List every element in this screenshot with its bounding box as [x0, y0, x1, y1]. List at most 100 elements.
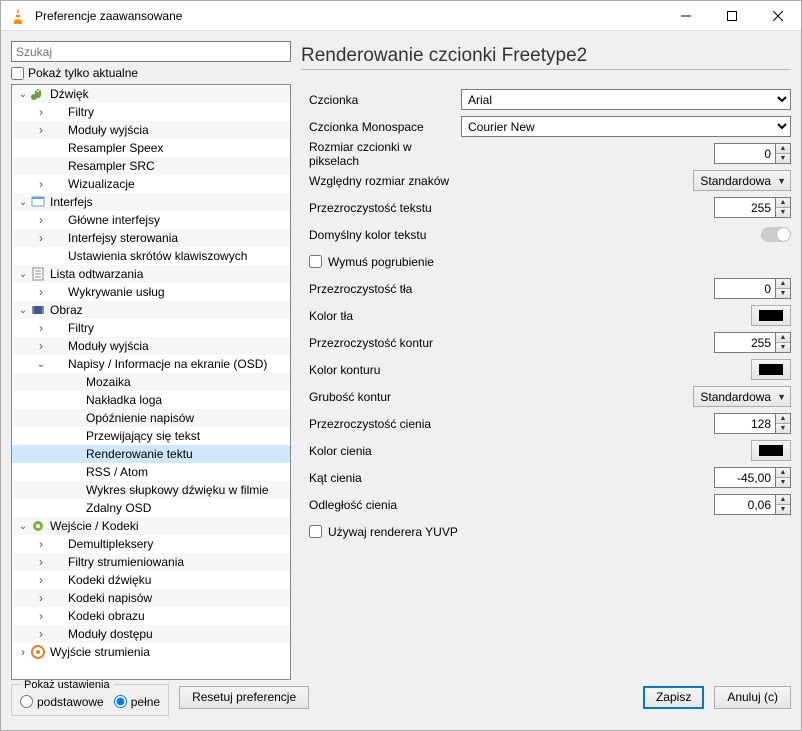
tree-item[interactable]: Kodeki napisów	[12, 589, 290, 607]
tree-item[interactable]: Renderowanie tektu	[12, 445, 290, 463]
tree-item-icon	[30, 644, 46, 660]
cancel-button[interactable]: Anuluj (c)	[714, 686, 791, 709]
shadow-distance-spinner[interactable]: ▲▼	[714, 494, 791, 515]
section-divider	[301, 69, 791, 70]
tree-item-label: Filtry	[66, 105, 94, 119]
tree-arrow-icon	[16, 521, 30, 532]
tree-item[interactable]: Interfejs	[12, 193, 290, 211]
maximize-button[interactable]	[709, 1, 755, 31]
tree-item[interactable]: Kodeki dźwięku	[12, 571, 290, 589]
shadow-angle-spinner[interactable]: ▲▼	[714, 467, 791, 488]
tree-item-icon	[48, 590, 64, 606]
tree-item[interactable]: Filtry	[12, 103, 290, 121]
tree-item[interactable]: Ustawienia skrótów klawiszowych	[12, 247, 290, 265]
tree-item[interactable]: RSS / Atom	[12, 463, 290, 481]
shadow-distance-label: Odległość cienia	[301, 498, 461, 512]
full-radio[interactable]: pełne	[114, 695, 160, 709]
tree-item[interactable]: Wykrywanie usług	[12, 283, 290, 301]
tree-item[interactable]: Resampler Speex	[12, 139, 290, 157]
tree-item[interactable]: Demultipleksery	[12, 535, 290, 553]
tree-item[interactable]: Opóźnienie napisów	[12, 409, 290, 427]
outline-thickness-combo[interactable]: Standardowa▼	[693, 386, 791, 407]
shadow-opacity-spinner[interactable]: ▲▼	[714, 413, 791, 434]
tree-item[interactable]: Resampler SRC	[12, 157, 290, 175]
bg-opacity-spinner[interactable]: ▲▼	[714, 278, 791, 299]
minimize-button[interactable]	[663, 1, 709, 31]
right-panel: Renderowanie czcionki Freetype2 Czcionka…	[301, 41, 791, 680]
tree-arrow-icon	[34, 285, 48, 299]
tree-arrow-icon	[34, 213, 48, 227]
tree-arrow-icon	[16, 89, 30, 100]
force-bold-checkbox[interactable]: Wymuś pogrubienie	[301, 248, 791, 275]
titlebar: Preferencje zaawansowane	[1, 1, 801, 31]
tree-item[interactable]: Wykres słupkowy dźwięku w filmie	[12, 481, 290, 499]
show-settings-group: Pokaż ustawienia podstawowe pełne	[11, 679, 169, 716]
tree-item[interactable]: Napisy / Informacje na ekranie (OSD)	[12, 355, 290, 373]
tree-item[interactable]: Interfejsy sterowania	[12, 229, 290, 247]
reset-button[interactable]: Resetuj preferencje	[179, 686, 309, 709]
tree-item-icon	[66, 446, 82, 462]
outline-opacity-spinner[interactable]: ▲▼	[714, 332, 791, 353]
tree-item[interactable]: Nakładka loga	[12, 391, 290, 409]
tree-arrow-icon	[34, 177, 48, 191]
left-panel: Pokaż tylko aktualne DźwiękFiltryModuły …	[11, 41, 291, 680]
tree-item[interactable]: Mozaika	[12, 373, 290, 391]
relative-size-combo[interactable]: Standardowa▼	[693, 170, 791, 191]
tree-item[interactable]: Wizualizacje	[12, 175, 290, 193]
tree-item-icon	[66, 410, 82, 426]
show-current-input[interactable]	[11, 67, 24, 80]
tree-item[interactable]: Dźwięk	[12, 85, 290, 103]
tree-item-icon	[48, 626, 64, 642]
tree-item[interactable]: Obraz	[12, 301, 290, 319]
tree-arrow-icon	[34, 573, 48, 587]
close-button[interactable]	[755, 1, 801, 31]
tree-item-icon	[48, 356, 64, 372]
tree-item-icon	[66, 500, 82, 516]
tree-item[interactable]: Zdalny OSD	[12, 499, 290, 517]
tree-item[interactable]: Filtry	[12, 319, 290, 337]
shadow-color-button[interactable]	[751, 440, 791, 461]
search-input[interactable]	[11, 41, 291, 62]
tree-item[interactable]: Moduły wyjścia	[12, 337, 290, 355]
tree-arrow-icon	[34, 359, 48, 370]
tree-item-label: RSS / Atom	[84, 465, 148, 479]
font-size-spinner[interactable]: ▲▼	[714, 143, 791, 164]
outline-color-button[interactable]	[751, 359, 791, 380]
shadow-angle-label: Kąt cienia	[301, 471, 461, 485]
tree-item-label: Obraz	[48, 303, 83, 317]
preferences-tree: DźwiękFiltryModuły wyjściaResampler Spee…	[11, 84, 291, 680]
tree-item[interactable]: Przewijający się tekst	[12, 427, 290, 445]
tree-item[interactable]: Filtry strumieniowania	[12, 553, 290, 571]
tree-item-icon	[48, 320, 64, 336]
show-current-checkbox[interactable]: Pokaż tylko aktualne	[11, 66, 291, 80]
bg-color-button[interactable]	[751, 305, 791, 326]
save-button[interactable]: Zapisz	[643, 686, 704, 709]
show-current-label: Pokaż tylko aktualne	[28, 66, 138, 80]
tree-item-label: Kodeki obrazu	[66, 609, 145, 623]
font-select[interactable]: Arial	[461, 89, 791, 110]
tree-item-icon	[66, 428, 82, 444]
tree-item[interactable]: Główne interfejsy	[12, 211, 290, 229]
tree-item-label: Kodeki dźwięku	[66, 573, 151, 587]
tree-item-icon	[48, 536, 64, 552]
basic-radio[interactable]: podstawowe	[20, 695, 104, 709]
mono-font-select[interactable]: Courier New	[461, 116, 791, 137]
tree-item-label: Ustawienia skrótów klawiszowych	[66, 249, 247, 263]
outline-opacity-label: Przezroczystość kontur	[301, 336, 461, 350]
text-opacity-spinner[interactable]: ▲▼	[714, 197, 791, 218]
yuvp-checkbox[interactable]: Używaj renderera YUVP	[301, 518, 791, 545]
tree-scroll[interactable]: DźwiękFiltryModuły wyjściaResampler Spee…	[12, 85, 290, 679]
tree-item-icon	[48, 230, 64, 246]
tree-item[interactable]: Lista odtwarzania	[12, 265, 290, 283]
tree-arrow-icon	[16, 269, 30, 280]
tree-item-label: Wykrywanie usług	[66, 285, 165, 299]
tree-item[interactable]: Wejście / Kodeki	[12, 517, 290, 535]
tree-item[interactable]: Moduły dostępu	[12, 625, 290, 643]
tree-item-label: Opóźnienie napisów	[84, 411, 194, 425]
tree-item[interactable]: Wyjście strumienia	[12, 643, 290, 661]
tree-item[interactable]: Kodeki obrazu	[12, 607, 290, 625]
tree-item-icon	[66, 374, 82, 390]
default-text-color-toggle[interactable]	[761, 227, 791, 242]
font-label: Czcionka	[301, 93, 461, 107]
tree-item[interactable]: Moduły wyjścia	[12, 121, 290, 139]
